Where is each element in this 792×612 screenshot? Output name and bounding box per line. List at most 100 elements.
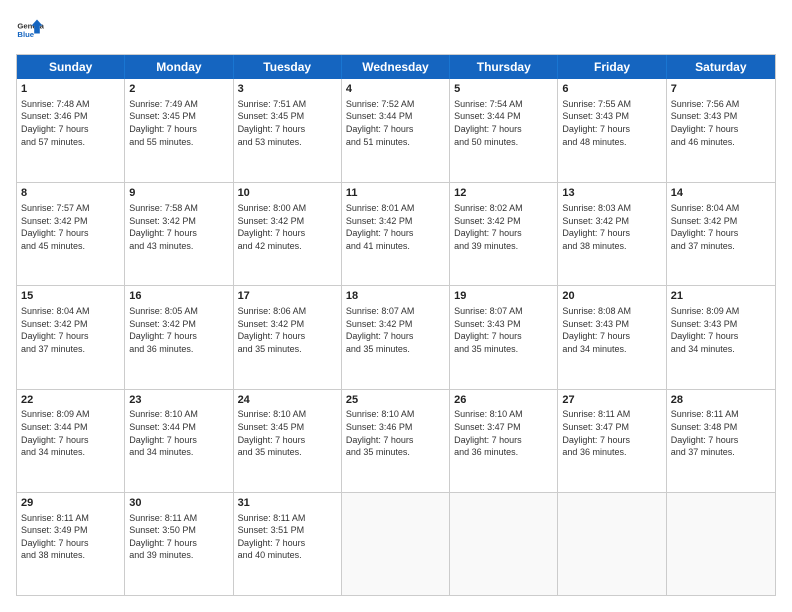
day-cell-19: 19Sunrise: 8:07 AM Sunset: 3:43 PM Dayli… bbox=[450, 286, 558, 388]
header-day-sunday: Sunday bbox=[17, 55, 125, 79]
day-info: Sunrise: 8:11 AM Sunset: 3:51 PM Dayligh… bbox=[238, 512, 337, 562]
header-day-saturday: Saturday bbox=[667, 55, 775, 79]
day-number: 30 bbox=[129, 496, 228, 511]
day-info: Sunrise: 8:11 AM Sunset: 3:50 PM Dayligh… bbox=[129, 512, 228, 562]
day-cell-29: 29Sunrise: 8:11 AM Sunset: 3:49 PM Dayli… bbox=[17, 493, 125, 595]
day-number: 12 bbox=[454, 186, 553, 201]
day-info: Sunrise: 7:52 AM Sunset: 3:44 PM Dayligh… bbox=[346, 98, 445, 148]
day-cell-31: 31Sunrise: 8:11 AM Sunset: 3:51 PM Dayli… bbox=[234, 493, 342, 595]
day-info: Sunrise: 8:11 AM Sunset: 3:47 PM Dayligh… bbox=[562, 408, 661, 458]
day-cell-7: 7Sunrise: 7:56 AM Sunset: 3:43 PM Daylig… bbox=[667, 79, 775, 182]
day-info: Sunrise: 8:02 AM Sunset: 3:42 PM Dayligh… bbox=[454, 202, 553, 252]
day-info: Sunrise: 7:54 AM Sunset: 3:44 PM Dayligh… bbox=[454, 98, 553, 148]
day-info: Sunrise: 8:01 AM Sunset: 3:42 PM Dayligh… bbox=[346, 202, 445, 252]
day-cell-15: 15Sunrise: 8:04 AM Sunset: 3:42 PM Dayli… bbox=[17, 286, 125, 388]
day-info: Sunrise: 8:10 AM Sunset: 3:44 PM Dayligh… bbox=[129, 408, 228, 458]
day-number: 4 bbox=[346, 82, 445, 97]
day-number: 3 bbox=[238, 82, 337, 97]
day-number: 28 bbox=[671, 393, 771, 408]
empty-cell bbox=[558, 493, 666, 595]
header-day-wednesday: Wednesday bbox=[342, 55, 450, 79]
header-day-thursday: Thursday bbox=[450, 55, 558, 79]
week-row-2: 8Sunrise: 7:57 AM Sunset: 3:42 PM Daylig… bbox=[17, 182, 775, 285]
day-cell-3: 3Sunrise: 7:51 AM Sunset: 3:45 PM Daylig… bbox=[234, 79, 342, 182]
empty-cell bbox=[667, 493, 775, 595]
day-info: Sunrise: 8:11 AM Sunset: 3:49 PM Dayligh… bbox=[21, 512, 120, 562]
logo: General Blue bbox=[16, 16, 44, 44]
day-cell-8: 8Sunrise: 7:57 AM Sunset: 3:42 PM Daylig… bbox=[17, 183, 125, 285]
day-cell-14: 14Sunrise: 8:04 AM Sunset: 3:42 PM Dayli… bbox=[667, 183, 775, 285]
week-row-1: 1Sunrise: 7:48 AM Sunset: 3:46 PM Daylig… bbox=[17, 79, 775, 182]
day-number: 26 bbox=[454, 393, 553, 408]
day-number: 6 bbox=[562, 82, 661, 97]
day-number: 2 bbox=[129, 82, 228, 97]
day-cell-21: 21Sunrise: 8:09 AM Sunset: 3:43 PM Dayli… bbox=[667, 286, 775, 388]
day-info: Sunrise: 8:11 AM Sunset: 3:48 PM Dayligh… bbox=[671, 408, 771, 458]
day-info: Sunrise: 7:56 AM Sunset: 3:43 PM Dayligh… bbox=[671, 98, 771, 148]
calendar-header: SundayMondayTuesdayWednesdayThursdayFrid… bbox=[17, 55, 775, 79]
day-number: 9 bbox=[129, 186, 228, 201]
day-cell-24: 24Sunrise: 8:10 AM Sunset: 3:45 PM Dayli… bbox=[234, 390, 342, 492]
day-info: Sunrise: 8:06 AM Sunset: 3:42 PM Dayligh… bbox=[238, 305, 337, 355]
day-info: Sunrise: 8:10 AM Sunset: 3:47 PM Dayligh… bbox=[454, 408, 553, 458]
day-info: Sunrise: 8:10 AM Sunset: 3:46 PM Dayligh… bbox=[346, 408, 445, 458]
day-cell-20: 20Sunrise: 8:08 AM Sunset: 3:43 PM Dayli… bbox=[558, 286, 666, 388]
generalblue-logo-icon: General Blue bbox=[16, 16, 44, 44]
day-number: 11 bbox=[346, 186, 445, 201]
header-day-friday: Friday bbox=[558, 55, 666, 79]
day-number: 27 bbox=[562, 393, 661, 408]
header-day-monday: Monday bbox=[125, 55, 233, 79]
day-number: 25 bbox=[346, 393, 445, 408]
day-info: Sunrise: 8:07 AM Sunset: 3:42 PM Dayligh… bbox=[346, 305, 445, 355]
week-row-4: 22Sunrise: 8:09 AM Sunset: 3:44 PM Dayli… bbox=[17, 389, 775, 492]
week-row-3: 15Sunrise: 8:04 AM Sunset: 3:42 PM Dayli… bbox=[17, 285, 775, 388]
day-number: 22 bbox=[21, 393, 120, 408]
day-info: Sunrise: 8:04 AM Sunset: 3:42 PM Dayligh… bbox=[21, 305, 120, 355]
empty-cell bbox=[450, 493, 558, 595]
day-info: Sunrise: 8:00 AM Sunset: 3:42 PM Dayligh… bbox=[238, 202, 337, 252]
day-info: Sunrise: 8:07 AM Sunset: 3:43 PM Dayligh… bbox=[454, 305, 553, 355]
day-cell-12: 12Sunrise: 8:02 AM Sunset: 3:42 PM Dayli… bbox=[450, 183, 558, 285]
calendar-body: 1Sunrise: 7:48 AM Sunset: 3:46 PM Daylig… bbox=[17, 79, 775, 595]
day-info: Sunrise: 8:10 AM Sunset: 3:45 PM Dayligh… bbox=[238, 408, 337, 458]
day-number: 7 bbox=[671, 82, 771, 97]
day-cell-4: 4Sunrise: 7:52 AM Sunset: 3:44 PM Daylig… bbox=[342, 79, 450, 182]
day-cell-23: 23Sunrise: 8:10 AM Sunset: 3:44 PM Dayli… bbox=[125, 390, 233, 492]
day-number: 16 bbox=[129, 289, 228, 304]
day-info: Sunrise: 7:51 AM Sunset: 3:45 PM Dayligh… bbox=[238, 98, 337, 148]
header-day-tuesday: Tuesday bbox=[234, 55, 342, 79]
empty-cell bbox=[342, 493, 450, 595]
day-info: Sunrise: 8:09 AM Sunset: 3:43 PM Dayligh… bbox=[671, 305, 771, 355]
day-info: Sunrise: 7:58 AM Sunset: 3:42 PM Dayligh… bbox=[129, 202, 228, 252]
day-number: 8 bbox=[21, 186, 120, 201]
day-info: Sunrise: 8:05 AM Sunset: 3:42 PM Dayligh… bbox=[129, 305, 228, 355]
day-cell-6: 6Sunrise: 7:55 AM Sunset: 3:43 PM Daylig… bbox=[558, 79, 666, 182]
day-number: 19 bbox=[454, 289, 553, 304]
day-number: 29 bbox=[21, 496, 120, 511]
day-number: 10 bbox=[238, 186, 337, 201]
day-cell-9: 9Sunrise: 7:58 AM Sunset: 3:42 PM Daylig… bbox=[125, 183, 233, 285]
day-cell-27: 27Sunrise: 8:11 AM Sunset: 3:47 PM Dayli… bbox=[558, 390, 666, 492]
day-cell-30: 30Sunrise: 8:11 AM Sunset: 3:50 PM Dayli… bbox=[125, 493, 233, 595]
day-cell-11: 11Sunrise: 8:01 AM Sunset: 3:42 PM Dayli… bbox=[342, 183, 450, 285]
day-number: 21 bbox=[671, 289, 771, 304]
day-cell-28: 28Sunrise: 8:11 AM Sunset: 3:48 PM Dayli… bbox=[667, 390, 775, 492]
day-number: 31 bbox=[238, 496, 337, 511]
day-cell-18: 18Sunrise: 8:07 AM Sunset: 3:42 PM Dayli… bbox=[342, 286, 450, 388]
day-number: 18 bbox=[346, 289, 445, 304]
day-info: Sunrise: 7:55 AM Sunset: 3:43 PM Dayligh… bbox=[562, 98, 661, 148]
page: General Blue SundayMondayTuesdayWednesda… bbox=[0, 0, 792, 612]
day-number: 15 bbox=[21, 289, 120, 304]
day-number: 5 bbox=[454, 82, 553, 97]
day-cell-26: 26Sunrise: 8:10 AM Sunset: 3:47 PM Dayli… bbox=[450, 390, 558, 492]
day-number: 17 bbox=[238, 289, 337, 304]
day-cell-22: 22Sunrise: 8:09 AM Sunset: 3:44 PM Dayli… bbox=[17, 390, 125, 492]
day-number: 13 bbox=[562, 186, 661, 201]
day-info: Sunrise: 7:49 AM Sunset: 3:45 PM Dayligh… bbox=[129, 98, 228, 148]
day-cell-2: 2Sunrise: 7:49 AM Sunset: 3:45 PM Daylig… bbox=[125, 79, 233, 182]
day-number: 14 bbox=[671, 186, 771, 201]
day-number: 23 bbox=[129, 393, 228, 408]
day-cell-1: 1Sunrise: 7:48 AM Sunset: 3:46 PM Daylig… bbox=[17, 79, 125, 182]
calendar: SundayMondayTuesdayWednesdayThursdayFrid… bbox=[16, 54, 776, 596]
day-number: 24 bbox=[238, 393, 337, 408]
